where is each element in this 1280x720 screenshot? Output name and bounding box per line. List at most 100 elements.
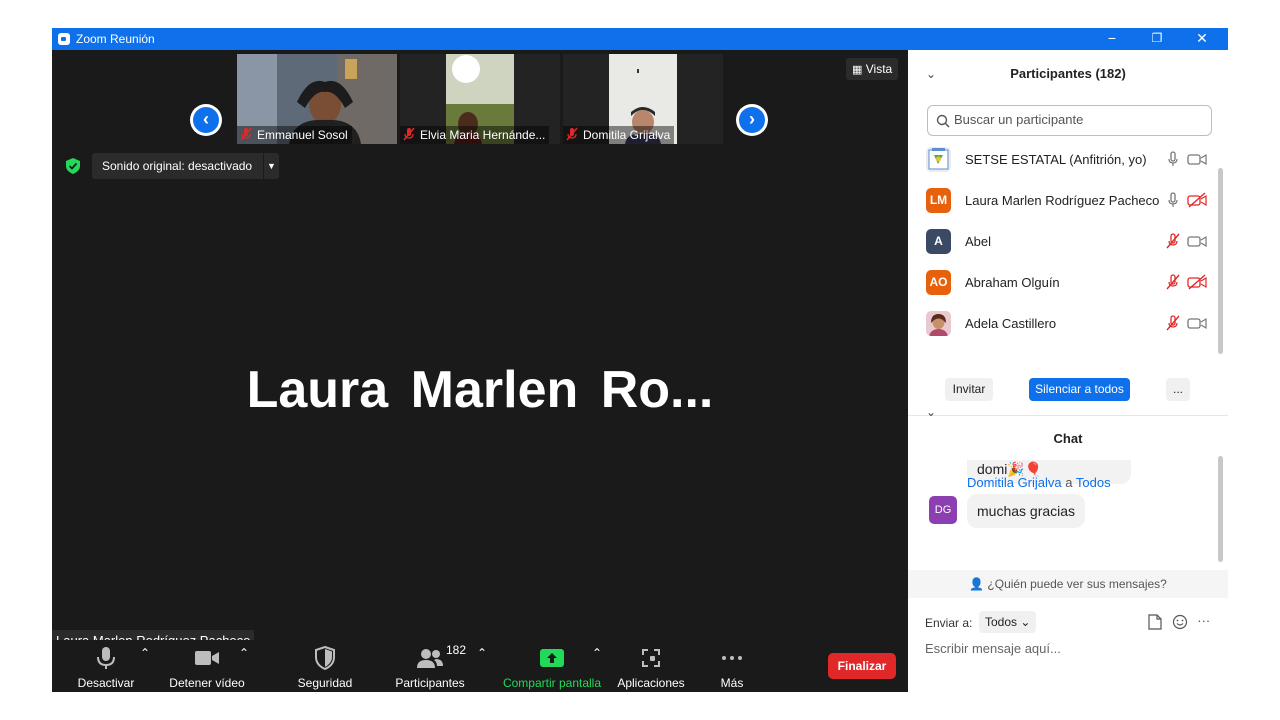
security-shield-icon xyxy=(315,646,335,670)
security-shield-icon[interactable] xyxy=(66,158,80,174)
security-button[interactable]: Seguridad xyxy=(296,646,354,690)
chat-scrollbar[interactable] xyxy=(1218,456,1223,562)
participants-icon xyxy=(417,649,443,668)
section-divider xyxy=(908,415,1228,416)
microphone-icon xyxy=(97,647,115,669)
mic-muted-icon[interactable] xyxy=(1166,315,1180,331)
send-to-label: Enviar a: xyxy=(925,616,973,630)
video-thumbnail[interactable]: Domitila Grijalva xyxy=(563,54,723,144)
microphone-icon[interactable] xyxy=(1166,192,1180,208)
zoom-window: Zoom Reunión − ❐ ✕ ‹ Emmanuel Sosol Elvi… xyxy=(52,28,1228,704)
video-off-icon[interactable] xyxy=(1187,274,1207,290)
participant-row[interactable]: Adela Castillero xyxy=(908,303,1228,344)
participant-row[interactable]: AO Abraham Olguín xyxy=(908,262,1228,303)
restore-button[interactable]: ❐ xyxy=(1134,28,1180,50)
participant-search-box[interactable] xyxy=(927,105,1212,136)
more-dots-icon[interactable]: ··· xyxy=(1197,613,1210,628)
zoom-logo-icon xyxy=(58,33,70,45)
meeting-toolbar: Desactivar audio ⌃ Detener vídeo ⌃ Segur… xyxy=(52,640,908,704)
close-button[interactable]: ✕ xyxy=(1179,28,1225,50)
participant-name: Laura Marlen Rodríguez Pacheco xyxy=(965,193,1160,208)
original-sound-toggle[interactable]: Sonido original: desactivado ▼ xyxy=(92,153,279,179)
thumbnail-name-label: Domitila Grijalva xyxy=(563,126,675,144)
chat-tools: ··· xyxy=(1148,613,1210,630)
view-button[interactable]: ▦ Vista xyxy=(846,58,899,80)
share-screen-icon xyxy=(540,649,564,667)
person-info-icon: 👤 xyxy=(969,577,985,591)
video-camera-icon[interactable] xyxy=(1187,315,1207,331)
chat-sender-name[interactable]: Domitila Grijalva xyxy=(967,475,1062,490)
chevron-down-icon: ⌄ xyxy=(1020,615,1031,629)
chat-message-bubble: muchas gracias xyxy=(967,494,1086,528)
participants-options-caret-icon[interactable]: ⌃ xyxy=(477,646,487,660)
next-page-button[interactable]: › xyxy=(736,104,768,136)
mute-all-button[interactable]: Silenciar a todos xyxy=(1029,378,1130,401)
main-video-area: ‹ Emmanuel Sosol Elvia Maria Hernánde...… xyxy=(52,50,908,652)
participant-row[interactable]: LM Laura Marlen Rodríguez Pacheco xyxy=(908,180,1228,221)
apps-button[interactable]: Aplicaciones xyxy=(616,646,686,690)
participant-avatar: AO xyxy=(926,270,951,295)
active-speaker-name: Laura Marlen Ro... xyxy=(246,361,714,419)
stop-video-button[interactable]: Detener vídeo xyxy=(168,646,246,690)
prev-page-button[interactable]: ‹ xyxy=(190,104,222,136)
caret-down-icon[interactable]: ▼ xyxy=(263,153,279,179)
mic-muted-icon[interactable] xyxy=(1166,274,1180,290)
mic-muted-icon[interactable] xyxy=(1166,233,1180,249)
more-options-button[interactable]: ... xyxy=(1166,378,1190,401)
end-meeting-button[interactable]: Finalizar xyxy=(828,653,896,679)
mic-muted-icon xyxy=(240,127,252,141)
video-camera-icon xyxy=(195,651,219,665)
more-dots-icon xyxy=(722,656,742,660)
participant-row[interactable]: A Abel xyxy=(908,221,1228,262)
thumbnail-name-label: Emmanuel Sosol xyxy=(237,126,352,144)
more-button[interactable]: Más xyxy=(712,646,752,690)
participants-count: 182 xyxy=(446,643,467,657)
title-bar: Zoom Reunión − ❐ ✕ xyxy=(52,28,1228,50)
video-camera-icon[interactable] xyxy=(1187,233,1207,249)
participant-search-input[interactable] xyxy=(954,112,1204,127)
participant-avatar xyxy=(926,311,951,336)
video-thumbnail[interactable]: Elvia Maria Hernánde... xyxy=(400,54,560,144)
participants-title: Participantes (182) xyxy=(1010,66,1126,81)
participant-name: SETSE ESTATAL (Anfitrión, yo) xyxy=(965,152,1147,167)
chat-sender-line: Domitila Grijalva a Todos xyxy=(967,475,1111,490)
chat-message-input[interactable] xyxy=(925,641,1215,656)
mic-muted-icon xyxy=(566,127,578,141)
mute-audio-button[interactable]: Desactivar audio xyxy=(62,646,150,704)
collapse-chat-chevron-icon[interactable]: ⌄ xyxy=(926,405,936,419)
participant-name: Adela Castillero xyxy=(965,316,1057,331)
chevron-left-icon: ‹ xyxy=(193,107,219,133)
participant-row[interactable]: SETSE ESTATAL (Anfitrión, yo) xyxy=(908,139,1228,180)
file-icon[interactable] xyxy=(1148,614,1162,630)
participant-name: Abraham Olguín xyxy=(965,275,1060,290)
side-panel: ⌄ Participantes (182) SETSE ESTATAL (Anf… xyxy=(908,50,1228,692)
video-options-caret-icon[interactable]: ⌃ xyxy=(239,646,249,660)
video-camera-icon[interactable] xyxy=(1187,151,1207,167)
share-screen-button[interactable]: Compartir pantalla xyxy=(502,646,602,690)
who-can-see-messages-link[interactable]: 👤 ¿Quién puede ver sus mensajes? xyxy=(908,570,1228,598)
window-title: Zoom Reunión xyxy=(76,32,155,46)
participant-avatar: A xyxy=(926,229,951,254)
video-off-icon[interactable] xyxy=(1187,192,1207,208)
participant-avatar: LM xyxy=(926,188,951,213)
search-icon xyxy=(936,114,950,128)
send-to-dropdown[interactable]: Todos ⌄ xyxy=(979,611,1037,633)
chat-title: Chat xyxy=(1053,431,1083,446)
participant-name: Abel xyxy=(965,234,992,249)
emoji-icon[interactable] xyxy=(1172,614,1188,630)
audio-options-caret-icon[interactable]: ⌃ xyxy=(140,646,150,660)
participant-avatar xyxy=(926,147,951,172)
chat-recipient[interactable]: Todos xyxy=(1076,475,1111,490)
thumbnail-name-label: Elvia Maria Hernánde... xyxy=(400,126,550,144)
share-options-caret-icon[interactable]: ⌃ xyxy=(592,646,602,660)
apps-icon xyxy=(642,649,660,667)
mic-muted-icon xyxy=(403,127,415,141)
participants-scrollbar[interactable] xyxy=(1218,168,1223,354)
chat-sender-avatar: DG xyxy=(929,496,957,524)
video-thumbnail[interactable]: Emmanuel Sosol xyxy=(237,54,397,144)
grid-icon: ▦ xyxy=(852,64,863,76)
microphone-icon[interactable] xyxy=(1166,151,1180,167)
invite-button[interactable]: Invitar xyxy=(945,378,993,401)
minimize-button[interactable]: − xyxy=(1089,28,1135,50)
chevron-right-icon: › xyxy=(739,107,765,133)
